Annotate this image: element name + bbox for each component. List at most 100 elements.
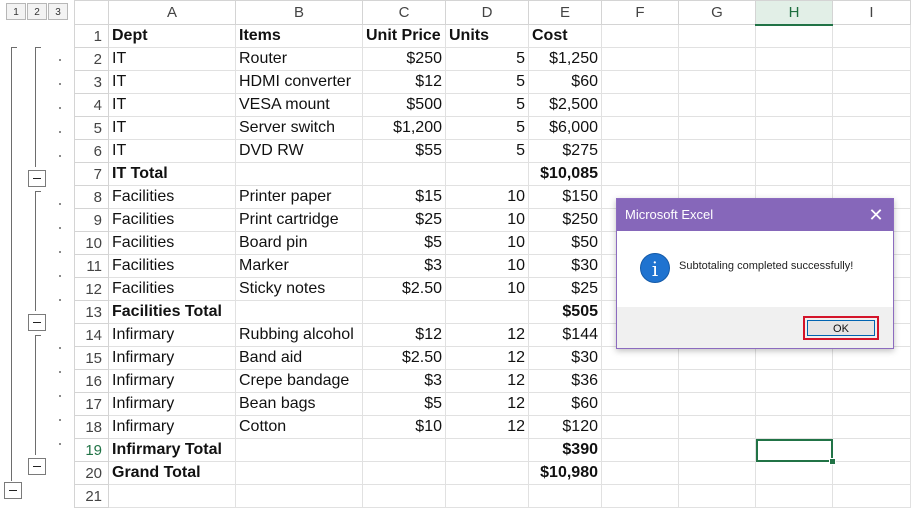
collapse-facilities-group-button[interactable]	[28, 314, 46, 331]
cell-e21[interactable]	[528, 484, 602, 508]
cell-h20[interactable]	[755, 461, 833, 485]
row-header[interactable]: 3	[74, 70, 109, 94]
cell-e5[interactable]: $6,000	[528, 116, 602, 140]
outline-level-2-button[interactable]: 2	[27, 3, 47, 20]
cell-f4[interactable]	[601, 93, 679, 117]
cell-b13[interactable]	[235, 300, 363, 324]
cell-b10[interactable]: Board pin	[235, 231, 363, 255]
cell-d10[interactable]: 10	[445, 231, 529, 255]
cell-a21[interactable]	[108, 484, 236, 508]
cell-g2[interactable]	[678, 47, 756, 71]
cell-c7[interactable]	[362, 162, 446, 186]
cell-b6[interactable]: DVD RW	[235, 139, 363, 163]
collapse-infirmary-group-button[interactable]	[28, 458, 46, 475]
row-header[interactable]: 5	[74, 116, 109, 140]
cell-d13[interactable]	[445, 300, 529, 324]
ok-button[interactable]: OK	[807, 320, 875, 336]
cell-e4[interactable]: $2,500	[528, 93, 602, 117]
cell-f19[interactable]	[601, 438, 679, 462]
cell-a20[interactable]: Grand Total	[108, 461, 236, 485]
cell-f7[interactable]	[601, 162, 679, 186]
cell-a17[interactable]: Infirmary	[108, 392, 236, 416]
cell-a18[interactable]: Infirmary	[108, 415, 236, 439]
cell-a12[interactable]: Facilities	[108, 277, 236, 301]
cell-f21[interactable]	[601, 484, 679, 508]
cell-d12[interactable]: 10	[445, 277, 529, 301]
cell-d21[interactable]	[445, 484, 529, 508]
cell-i15[interactable]	[832, 346, 911, 370]
cell-c8[interactable]: $15	[362, 185, 446, 209]
row-header[interactable]: 18	[74, 415, 109, 439]
cell-e16[interactable]: $36	[528, 369, 602, 393]
cell-i19[interactable]	[832, 438, 911, 462]
cell-h3[interactable]	[755, 70, 833, 94]
cell-b9[interactable]: Print cartridge	[235, 208, 363, 232]
cell-c17[interactable]: $5	[362, 392, 446, 416]
cell-d9[interactable]: 10	[445, 208, 529, 232]
cell-i7[interactable]	[832, 162, 911, 186]
cell-i4[interactable]	[832, 93, 911, 117]
cell-f2[interactable]	[601, 47, 679, 71]
cell-a6[interactable]: IT	[108, 139, 236, 163]
row-header[interactable]: 8	[74, 185, 109, 209]
cell-i2[interactable]	[832, 47, 911, 71]
cell-e14[interactable]: $144	[528, 323, 602, 347]
cell-c5[interactable]: $1,200	[362, 116, 446, 140]
cell-h16[interactable]	[755, 369, 833, 393]
cell-b16[interactable]: Crepe bandage	[235, 369, 363, 393]
row-header[interactable]: 21	[74, 484, 109, 508]
cell-e8[interactable]: $150	[528, 185, 602, 209]
cell-e11[interactable]: $30	[528, 254, 602, 278]
cell-d20[interactable]	[445, 461, 529, 485]
cell-f5[interactable]	[601, 116, 679, 140]
cell-b3[interactable]: HDMI converter	[235, 70, 363, 94]
cell-d18[interactable]: 12	[445, 415, 529, 439]
cell-f20[interactable]	[601, 461, 679, 485]
cell-a15[interactable]: Infirmary	[108, 346, 236, 370]
row-header[interactable]: 16	[74, 369, 109, 393]
cell-c14[interactable]: $12	[362, 323, 446, 347]
cell-h7[interactable]	[755, 162, 833, 186]
cell-g21[interactable]	[678, 484, 756, 508]
cell-c2[interactable]: $250	[362, 47, 446, 71]
row-header[interactable]: 20	[74, 461, 109, 485]
cell-g15[interactable]	[678, 346, 756, 370]
cell-g1[interactable]	[678, 24, 756, 48]
cell-i1[interactable]	[832, 24, 911, 48]
cell-f6[interactable]	[601, 139, 679, 163]
cell-e17[interactable]: $60	[528, 392, 602, 416]
cell-g19[interactable]	[678, 438, 756, 462]
collapse-it-group-button[interactable]	[28, 170, 46, 187]
cell-a9[interactable]: Facilities	[108, 208, 236, 232]
cell-c19[interactable]	[362, 438, 446, 462]
cell-a1[interactable]: Dept	[108, 24, 236, 48]
cell-i16[interactable]	[832, 369, 911, 393]
cell-b20[interactable]	[235, 461, 363, 485]
column-header-a[interactable]: A	[108, 0, 236, 25]
cell-h5[interactable]	[755, 116, 833, 140]
cell-a2[interactable]: IT	[108, 47, 236, 71]
cell-a4[interactable]: IT	[108, 93, 236, 117]
cell-g18[interactable]	[678, 415, 756, 439]
cell-c9[interactable]: $25	[362, 208, 446, 232]
cell-h17[interactable]	[755, 392, 833, 416]
cell-f16[interactable]	[601, 369, 679, 393]
row-header[interactable]: 17	[74, 392, 109, 416]
row-header[interactable]: 11	[74, 254, 109, 278]
cell-a19[interactable]: Infirmary Total	[108, 438, 236, 462]
cell-g20[interactable]	[678, 461, 756, 485]
cell-g4[interactable]	[678, 93, 756, 117]
cell-i18[interactable]	[832, 415, 911, 439]
column-header-h[interactable]: H	[755, 0, 833, 26]
cell-d14[interactable]: 12	[445, 323, 529, 347]
cell-e15[interactable]: $30	[528, 346, 602, 370]
cell-d7[interactable]	[445, 162, 529, 186]
cell-b19[interactable]	[235, 438, 363, 462]
cell-b1[interactable]: Items	[235, 24, 363, 48]
cell-i20[interactable]	[832, 461, 911, 485]
cell-g16[interactable]	[678, 369, 756, 393]
cell-a16[interactable]: Infirmary	[108, 369, 236, 393]
cell-e2[interactable]: $1,250	[528, 47, 602, 71]
cell-g3[interactable]	[678, 70, 756, 94]
cell-b18[interactable]: Cotton	[235, 415, 363, 439]
